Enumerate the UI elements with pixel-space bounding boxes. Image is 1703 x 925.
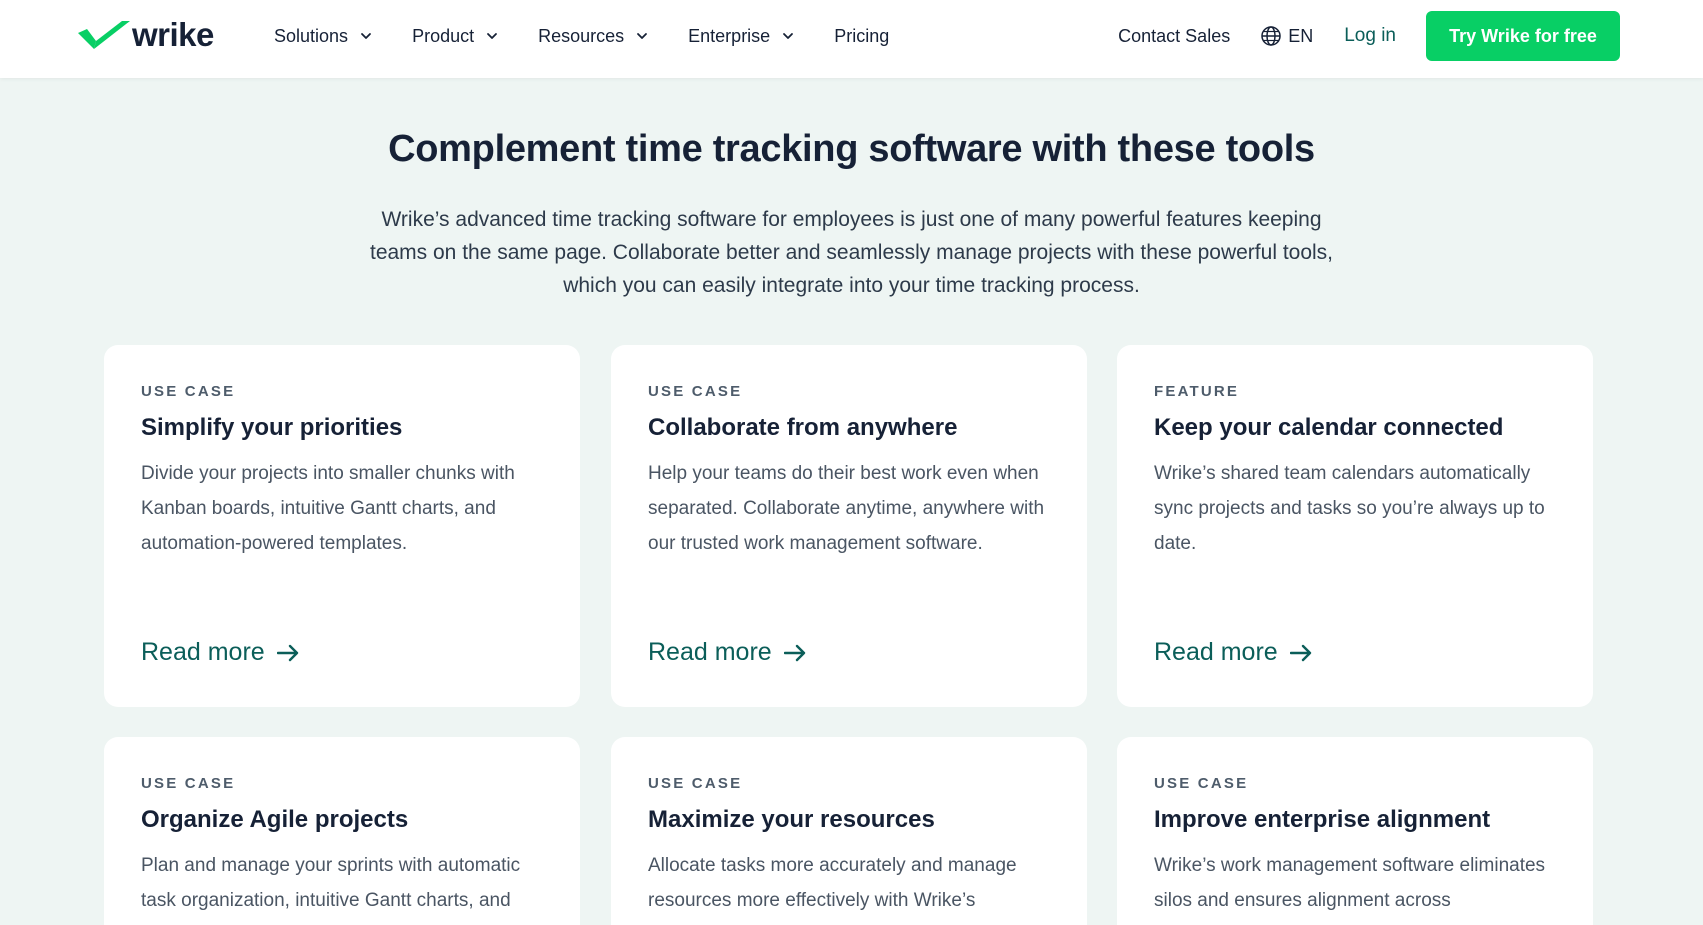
section-title: Complement time tracking software with t…: [388, 128, 1315, 170]
menu-pricing[interactable]: Pricing: [834, 26, 889, 47]
card-eyebrow: USE CASE: [648, 775, 743, 792]
menu-solutions[interactable]: Solutions: [274, 26, 374, 47]
login-link[interactable]: Log in: [1344, 25, 1396, 47]
menu-product-label: Product: [412, 25, 475, 46]
arrow-right-icon: [1289, 644, 1311, 661]
menu-enterprise[interactable]: Enterprise: [688, 26, 796, 47]
arrow-right-icon: [783, 644, 805, 661]
menu-product[interactable]: Product: [412, 26, 500, 47]
card-description: Wrike’s shared team calendars automatica…: [1154, 463, 1545, 554]
card-title: Collaborate from anywhere: [648, 414, 958, 441]
chevron-down-icon: [783, 33, 794, 39]
contact-sales-link[interactable]: Contact Sales: [1118, 26, 1230, 47]
menu-pricing-label: Pricing: [834, 25, 890, 46]
read-more-link[interactable]: Read more: [141, 638, 299, 667]
card-description: Plan and manage your sprints with automa…: [141, 855, 521, 911]
menu-solutions-label: Solutions: [274, 25, 349, 46]
chevron-down-icon: [361, 33, 371, 39]
nav-actions: Contact Sales EN Log in Try Wrike for fr…: [1118, 0, 1620, 72]
logo-wordmark: wrike: [132, 16, 214, 53]
menu-resources[interactable]: Resources: [538, 26, 650, 47]
card-title: Maximize your resources: [648, 806, 935, 833]
language-selector[interactable]: EN: [1260, 25, 1313, 47]
card-calendar-connected: FEATURE Keep your calendar connected Wri…: [1117, 345, 1593, 707]
card-title: Simplify your priorities: [141, 414, 403, 441]
menu-resources-label: Resources: [538, 25, 625, 46]
card-description: Help your teams do their best work even …: [648, 463, 1045, 554]
section-intro: Wrike’s advanced time tracking software …: [369, 208, 1334, 297]
menu-enterprise-label: Enterprise: [688, 25, 771, 46]
wrike-logo[interactable]: wrike: [78, 16, 214, 53]
card-description: Allocate tasks more accurately and manag…: [648, 855, 1017, 911]
card-eyebrow: USE CASE: [141, 775, 236, 792]
read-more-link[interactable]: Read more: [648, 638, 806, 667]
arrow-right-icon: [276, 644, 298, 661]
read-more-link[interactable]: Read more: [1154, 638, 1312, 667]
card-description: Wrike’s work management software elimina…: [1154, 855, 1546, 911]
card-title: Organize Agile projects: [141, 806, 409, 833]
globe-icon: [1261, 26, 1281, 46]
card-title: Improve enterprise alignment: [1154, 806, 1491, 833]
card-maximize-resources: USE CASE Maximize your resources Allocat…: [611, 737, 1087, 925]
card-eyebrow: USE CASE: [1154, 775, 1249, 792]
card-simplify-priorities: USE CASE Simplify your priorities Divide…: [104, 345, 580, 707]
card-enterprise-alignment: USE CASE Improve enterprise alignment Wr…: [1117, 737, 1593, 925]
card-eyebrow: FEATURE: [1154, 383, 1240, 400]
card-collaborate-anywhere: USE CASE Collaborate from anywhere Help …: [611, 345, 1087, 707]
card-eyebrow: USE CASE: [648, 383, 743, 400]
chevron-down-icon: [487, 33, 498, 39]
card-title: Keep your calendar connected: [1154, 414, 1504, 441]
top-navigation: wrike Solutions Product Resources Enterp…: [0, 0, 1703, 78]
read-more-label: Read more: [648, 638, 772, 666]
card-description: Divide your projects into smaller chunks…: [141, 463, 515, 554]
card-eyebrow: USE CASE: [141, 383, 236, 400]
language-label: EN: [1288, 25, 1314, 46]
try-free-button[interactable]: Try Wrike for free: [1426, 11, 1620, 61]
wrike-check-icon: [78, 21, 130, 49]
chevron-down-icon: [637, 33, 648, 39]
read-more-label: Read more: [1154, 638, 1278, 666]
main-menu: Solutions Product Resources Enterprise P…: [274, 0, 927, 72]
card-organize-agile: USE CASE Organize Agile projects Plan an…: [104, 737, 580, 925]
read-more-label: Read more: [141, 638, 265, 666]
